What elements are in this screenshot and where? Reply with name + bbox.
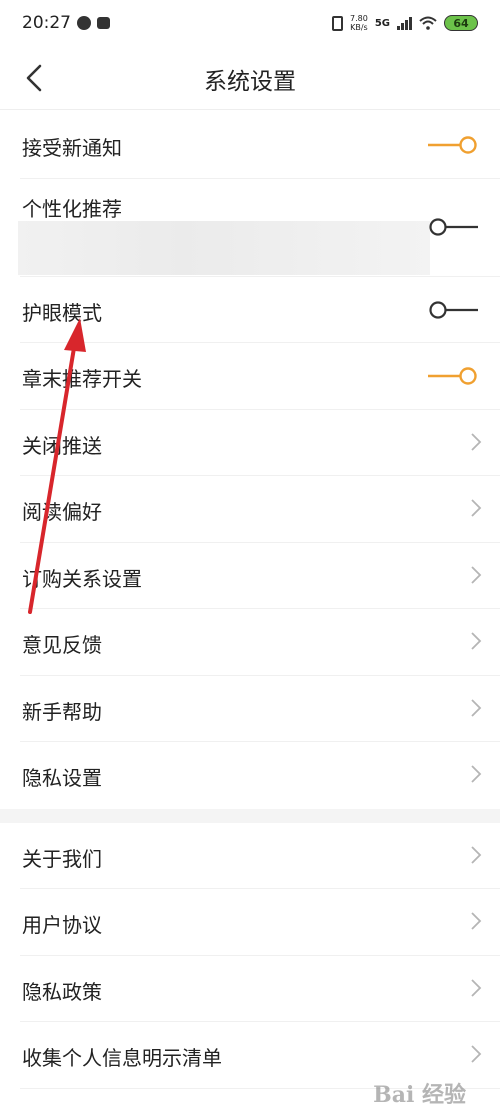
signal-icon [397, 16, 412, 30]
page-title: 系统设置 [204, 69, 296, 95]
setting-subscription[interactable]: 订购关系设置 [20, 543, 500, 609]
network-speed: 7.80 KB/s [350, 14, 368, 32]
setting-label: 关闭推送 [22, 433, 102, 458]
setting-privacy-policy[interactable]: 隐私政策 [20, 956, 500, 1022]
toggle-off-icon[interactable] [428, 300, 478, 320]
setting-label: 章末推荐开关 [22, 367, 142, 391]
setting-label: 隐私政策 [22, 979, 102, 1004]
speed-unit: KB/s [350, 23, 368, 32]
setting-label: 个性化推荐 [22, 196, 122, 221]
setting-new-notifications[interactable]: 接受新通知 [20, 112, 500, 179]
chevron-right-icon [471, 845, 482, 864]
chevron-right-icon [471, 565, 482, 584]
setting-privacy-settings[interactable]: 隐私设置 [20, 742, 500, 809]
setting-about-us[interactable]: 关于我们 [20, 823, 500, 889]
chevron-right-icon [471, 978, 482, 997]
setting-chapter-end-recommend[interactable]: 章末推荐开关 [20, 343, 500, 410]
chevron-right-icon [471, 912, 482, 930]
setting-user-agreement[interactable]: 用户协议 [20, 889, 500, 956]
settings-list: 接受新通知 个性化推荐 护眼模式 章末推荐开关 关闭推送 阅读偏好 订购关系设置… [0, 112, 500, 1089]
battery-indicator: 64 [444, 15, 478, 31]
setting-label: 阅读偏好 [22, 500, 102, 524]
vibrate-icon [332, 15, 344, 31]
setting-label: 接受新通知 [22, 136, 122, 160]
status-bar: 20:27 7.80 KB/s 5G 64 [0, 0, 500, 46]
setting-label: 意见反馈 [22, 633, 102, 657]
setting-label: 收集个人信息明示清单 [22, 1046, 222, 1070]
setting-eye-protection[interactable]: 护眼模式 [20, 277, 500, 343]
notification-icon [97, 17, 110, 29]
setting-label: 隐私设置 [22, 766, 102, 790]
chevron-right-icon [471, 632, 482, 650]
chevron-right-icon [471, 698, 482, 717]
setting-close-push[interactable]: 关闭推送 [20, 410, 500, 476]
chevron-right-icon [471, 499, 482, 517]
setting-label: 关于我们 [22, 846, 102, 871]
watermark-logo: Bai 经验 [373, 1082, 466, 1108]
toggle-on-icon[interactable] [428, 135, 478, 155]
nav-header: 系统设置 [0, 46, 500, 110]
setting-personalized-recommendation[interactable]: 个性化推荐 [18, 179, 500, 277]
setting-label: 用户协议 [22, 913, 102, 937]
toggle-off-icon[interactable] [428, 217, 478, 237]
setting-beginner-help[interactable]: 新手帮助 [20, 676, 500, 742]
clock: 20:27 [22, 13, 71, 33]
speed-value: 7.80 [350, 14, 368, 23]
redacted-area [18, 220, 430, 275]
setting-label: 订购关系设置 [22, 566, 142, 591]
setting-label: 护眼模式 [22, 300, 102, 325]
setting-feedback[interactable]: 意见反馈 [20, 609, 500, 676]
setting-label: 新手帮助 [22, 699, 102, 724]
wifi-icon [419, 16, 437, 30]
setting-reading-preference[interactable]: 阅读偏好 [20, 476, 500, 543]
chevron-right-icon [471, 1045, 482, 1063]
message-icon [77, 16, 91, 30]
toggle-on-icon[interactable] [428, 366, 478, 386]
chevron-right-icon [471, 765, 482, 783]
network-type: 5G [374, 17, 390, 29]
chevron-right-icon [471, 432, 482, 451]
section-divider [0, 808, 500, 823]
